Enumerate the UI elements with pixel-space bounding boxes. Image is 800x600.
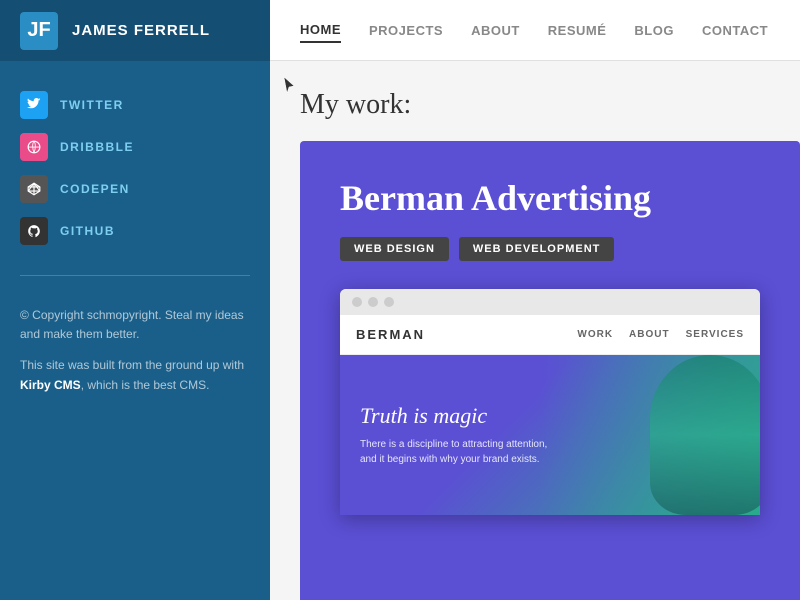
sidebar-links: Twitter Dribbble Codepen Github: [0, 61, 270, 265]
page-heading: My work:: [270, 61, 800, 141]
main-content: HOME PROJECTS ABOUT RESUMÉ BLOG CONTACT …: [270, 0, 800, 600]
browser-link-services: SERVICES: [686, 329, 744, 340]
browser-topbar: [340, 289, 760, 315]
social-link-github[interactable]: Github: [20, 217, 250, 245]
logo-box: JF: [20, 12, 58, 50]
browser-content: BERMAN WORK ABOUT SERVICES Truth is magi…: [340, 315, 760, 515]
built-with-text: This site was built from the ground up w…: [20, 356, 250, 394]
tag-web-design: WEB DESIGN: [340, 237, 449, 261]
browser-inner-nav: BERMAN WORK ABOUT SERVICES: [340, 315, 760, 355]
project-tags: WEB DESIGN WEB DEVELOPMENT: [340, 237, 760, 261]
browser-logo: BERMAN: [356, 327, 425, 342]
built-with-suffix: , which is the best CMS.: [81, 378, 210, 392]
browser-link-about: ABOUT: [629, 329, 670, 340]
logo-letters: JF: [27, 19, 50, 42]
project-card: Berman Advertising WEB DESIGN WEB DEVELO…: [300, 141, 800, 600]
browser-nav-links: WORK ABOUT SERVICES: [577, 329, 744, 340]
project-title: Berman Advertising: [340, 177, 760, 219]
hero-subtext: There is a discipline to attracting atte…: [360, 437, 560, 467]
hero-text: Truth is magic There is a discipline to …: [360, 403, 560, 467]
twitter-label: Twitter: [60, 98, 124, 112]
browser-dot-1: [352, 297, 362, 307]
nav-blog[interactable]: BLOG: [634, 19, 674, 42]
dribbble-icon: [20, 133, 48, 161]
browser-mockup: BERMAN WORK ABOUT SERVICES Truth is magi…: [340, 289, 760, 515]
sidebar-divider: [20, 275, 250, 276]
sidebar: JF James Ferrell Twitter Dribbble Codepe…: [0, 0, 270, 600]
browser-dot-3: [384, 297, 394, 307]
social-link-codepen[interactable]: Codepen: [20, 175, 250, 203]
sidebar-footer: © Copyright schmopyright. Steal my ideas…: [0, 286, 270, 427]
browser-hero: Truth is magic There is a discipline to …: [340, 355, 760, 515]
nav-home[interactable]: HOME: [300, 18, 341, 43]
page-title: My work:: [300, 89, 770, 121]
top-nav: HOME PROJECTS ABOUT RESUMÉ BLOG CONTACT: [270, 0, 800, 61]
social-link-dribbble[interactable]: Dribbble: [20, 133, 250, 161]
browser-link-work: WORK: [577, 329, 613, 340]
dribbble-label: Dribbble: [60, 140, 134, 154]
codepen-label: Codepen: [60, 182, 130, 196]
browser-dot-2: [368, 297, 378, 307]
github-icon: [20, 217, 48, 245]
copyright-text: © Copyright schmopyright. Steal my ideas…: [20, 306, 250, 344]
hero-headline: Truth is magic: [360, 403, 560, 429]
cms-name: Kirby CMS: [20, 378, 81, 392]
nav-about[interactable]: ABOUT: [471, 19, 520, 42]
tag-web-development: WEB DEVELOPMENT: [459, 237, 614, 261]
hero-image-overlay: [539, 355, 760, 515]
built-with-prefix: This site was built from the ground up w…: [20, 358, 244, 372]
codepen-icon: [20, 175, 48, 203]
github-label: Github: [60, 224, 115, 238]
nav-contact[interactable]: CONTACT: [702, 19, 768, 42]
content-area: My work: Berman Advertising WEB DESIGN W…: [270, 61, 800, 600]
sidebar-header: JF James Ferrell: [0, 0, 270, 61]
portrait-illustration: [650, 355, 760, 515]
nav-projects[interactable]: PROJECTS: [369, 19, 443, 42]
twitter-icon: [20, 91, 48, 119]
sidebar-name: James Ferrell: [72, 22, 210, 39]
nav-resume[interactable]: RESUMÉ: [548, 19, 607, 42]
social-link-twitter[interactable]: Twitter: [20, 91, 250, 119]
